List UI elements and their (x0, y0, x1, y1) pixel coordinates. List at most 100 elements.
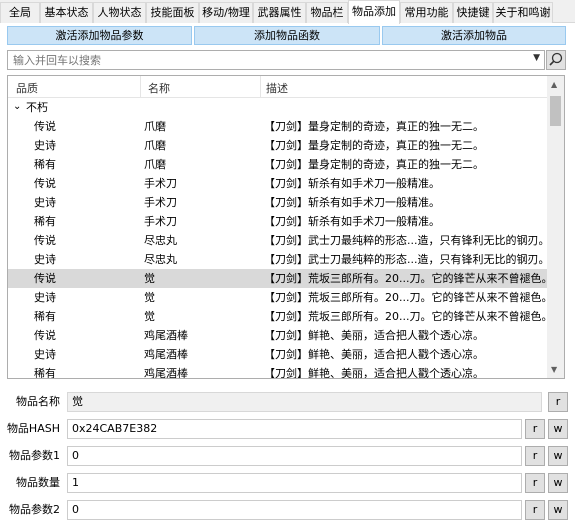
tab-weapon-attributes[interactable]: 武器属性 (253, 2, 306, 23)
item-description: 【刀剑】斩杀有如手术刀一般精准。 (264, 177, 440, 190)
list-item[interactable]: 传说 觉 【刀剑】荒坂三郎所有。20...刀。它的锋芒从来不曾褪色。 (8, 269, 553, 288)
chevron-down-icon[interactable]: ⌄ (13, 97, 21, 116)
add-item-function-button[interactable]: 添加物品函数 (194, 26, 380, 45)
item-name-label: 物品名称 (16, 395, 60, 408)
group-label: 不朽 (26, 101, 48, 114)
list-item[interactable]: 传说 手术刀 【刀剑】斩杀有如手术刀一般精准。 (8, 174, 548, 193)
item-name: 鸡尾酒棒 (144, 329, 188, 342)
item-name: 尽忠丸 (144, 234, 177, 247)
param2-read-button[interactable]: r (525, 500, 545, 520)
item-description: 【刀剑】量身定制的奇迹，真正的独一无二。 (264, 139, 484, 152)
count-label: 物品数量 (16, 476, 60, 489)
scroll-down-icon[interactable]: ▼ (551, 365, 557, 374)
item-hash-write-button[interactable]: w (548, 419, 568, 439)
item-quality: 稀有 (34, 367, 56, 379)
item-name: 手术刀 (144, 177, 177, 190)
item-name: 觉 (144, 272, 155, 285)
tab-basic-status[interactable]: 基本状态 (40, 2, 93, 23)
item-name-read-button[interactable]: r (548, 392, 568, 412)
tab-hotkeys[interactable]: 快捷键 (453, 2, 493, 23)
group-header[interactable]: ⌄ 不朽 (8, 98, 548, 117)
item-name: 鸡尾酒棒 (144, 367, 188, 379)
list-item[interactable]: 传说 鸡尾酒棒 【刀剑】鲜艳、美丽，适合把人戳个透心凉。 (8, 326, 548, 345)
vertical-scrollbar[interactable]: ▲ ▼ (547, 76, 564, 378)
item-quality: 稀有 (34, 310, 56, 323)
tab-skill-panel[interactable]: 技能面板 (146, 2, 199, 23)
item-quality: 史诗 (34, 139, 56, 152)
scroll-up-icon[interactable]: ▲ (551, 80, 557, 89)
item-description: 【刀剑】斩杀有如手术刀一般精准。 (264, 215, 440, 228)
tab-global[interactable]: 全局 (0, 2, 40, 23)
item-name: 手术刀 (144, 215, 177, 228)
item-description: 【刀剑】鲜艳、美丽，适合把人戳个透心凉。 (264, 329, 484, 342)
item-quality: 史诗 (34, 196, 56, 209)
tab-character-status[interactable]: 人物状态 (93, 2, 146, 23)
list-item[interactable]: 史诗 手术刀 【刀剑】斩杀有如手术刀一般精准。 (8, 193, 548, 212)
item-quality: 稀有 (34, 215, 56, 228)
column-header-quality[interactable]: 品质 (16, 80, 38, 96)
param2-field[interactable]: 0 (67, 500, 522, 520)
chevron-down-icon[interactable]: ▼ (533, 53, 540, 63)
item-name: 觉 (144, 310, 155, 323)
item-description: 【刀剑】量身定制的奇迹，真正的独一无二。 (264, 120, 484, 133)
tab-common-functions[interactable]: 常用功能 (400, 2, 453, 23)
tab-item-add[interactable]: 物品添加 (348, 0, 400, 24)
item-description: 【刀剑】量身定制的奇迹，真正的独一无二。 (264, 158, 484, 171)
column-header-description[interactable]: 描述 (266, 80, 288, 96)
param1-field[interactable]: 0 (67, 446, 522, 466)
item-hash-read-button[interactable]: r (525, 419, 545, 439)
item-hash-label: 物品HASH (6, 422, 60, 435)
param1-write-button[interactable]: w (548, 446, 568, 466)
item-name: 爪磨 (144, 158, 166, 171)
tab-about[interactable]: 关于和鸣谢 (493, 2, 553, 23)
list-item[interactable]: 史诗 觉 【刀剑】荒坂三郎所有。20...刀。它的锋芒从来不曾褪色。 (8, 288, 553, 307)
item-name: 爪磨 (144, 139, 166, 152)
item-description: 【刀剑】荒坂三郎所有。20...刀。它的锋芒从来不曾褪色。 (264, 272, 553, 285)
param2-label: 物品参数2 (9, 503, 60, 516)
list-item[interactable]: 稀有 手术刀 【刀剑】斩杀有如手术刀一般精准。 (8, 212, 548, 231)
list-item[interactable]: 传说 爪磨 【刀剑】量身定制的奇迹，真正的独一无二。 (8, 117, 548, 136)
item-hash-field[interactable]: 0x24CAB7E382 (67, 419, 522, 439)
item-name: 尽忠丸 (144, 253, 177, 266)
list-rows: 传说 爪磨 【刀剑】量身定制的奇迹，真正的独一无二。 史诗 爪磨 【刀剑】量身定制的奇迹，… (8, 117, 553, 379)
list-item[interactable]: 稀有 觉 【刀剑】荒坂三郎所有。20...刀。它的锋芒从来不曾褪色。 (8, 307, 553, 326)
tab-bar: 全局 基本状态 人物状态 技能面板 移动/物理 武器属性 物品栏 物品添加 常用… (0, 0, 575, 24)
item-description: 【刀剑】鲜艳、美丽，适合把人戳个透心凉。 (264, 367, 484, 379)
list-item[interactable]: 稀有 鸡尾酒棒 【刀剑】鲜艳、美丽，适合把人戳个透心凉。 (8, 364, 548, 379)
param1-read-button[interactable]: r (525, 446, 545, 466)
tab-movement-physics[interactable]: 移动/物理 (199, 2, 253, 23)
list-item[interactable]: 传说 尽忠丸 【刀剑】武士刀最纯粹的形态...造，只有锋利无比的钢刃。 (8, 231, 550, 250)
scroll-thumb[interactable] (550, 96, 561, 126)
item-quality: 传说 (34, 272, 56, 285)
column-header-name[interactable]: 名称 (148, 80, 170, 96)
item-name: 觉 (144, 291, 155, 304)
search-icon (549, 52, 563, 66)
item-quality: 传说 (34, 329, 56, 342)
search-box: ▼ (7, 50, 545, 70)
item-list[interactable]: 品质 名称 描述 ⌄ 不朽 传说 爪磨 【刀剑】量身定制的奇迹，真正的独一无二。 史诗… (7, 75, 565, 379)
param2-write-button[interactable]: w (548, 500, 568, 520)
item-quality: 传说 (34, 234, 56, 247)
item-description: 【刀剑】荒坂三郎所有。20...刀。它的锋芒从来不曾褪色。 (264, 291, 553, 304)
list-item[interactable]: 稀有 爪磨 【刀剑】量身定制的奇迹，真正的独一无二。 (8, 155, 548, 174)
item-quality: 史诗 (34, 291, 56, 304)
item-name: 手术刀 (144, 196, 177, 209)
item-description: 【刀剑】武士刀最纯粹的形态...造，只有锋利无比的钢刃。 (264, 234, 550, 247)
tab-inventory[interactable]: 物品栏 (306, 2, 348, 23)
count-write-button[interactable]: w (548, 473, 568, 493)
param1-label: 物品参数1 (9, 449, 60, 462)
list-item[interactable]: 史诗 尽忠丸 【刀剑】武士刀最纯粹的形态...造，只有锋利无比的钢刃。 (8, 250, 550, 269)
count-field[interactable]: 1 (67, 473, 522, 493)
item-description: 【刀剑】武士刀最纯粹的形态...造，只有锋利无比的钢刃。 (264, 253, 550, 266)
list-header: 品质 名称 描述 (8, 76, 548, 98)
search-input[interactable] (8, 51, 528, 69)
item-add-panel: 激活添加物品参数 添加物品函数 激活添加物品 ▼ 品质 名称 描述 ⌄ 不朽 传… (0, 23, 575, 523)
item-description: 【刀剑】鲜艳、美丽，适合把人戳个透心凉。 (264, 348, 484, 361)
item-name-field: 觉 (67, 392, 542, 412)
count-read-button[interactable]: r (525, 473, 545, 493)
activate-add-item-button[interactable]: 激活添加物品 (382, 26, 566, 45)
list-item[interactable]: 史诗 爪磨 【刀剑】量身定制的奇迹，真正的独一无二。 (8, 136, 548, 155)
list-item[interactable]: 史诗 鸡尾酒棒 【刀剑】鲜艳、美丽，适合把人戳个透心凉。 (8, 345, 548, 364)
search-button[interactable] (546, 50, 566, 70)
activate-item-params-button[interactable]: 激活添加物品参数 (7, 26, 192, 45)
